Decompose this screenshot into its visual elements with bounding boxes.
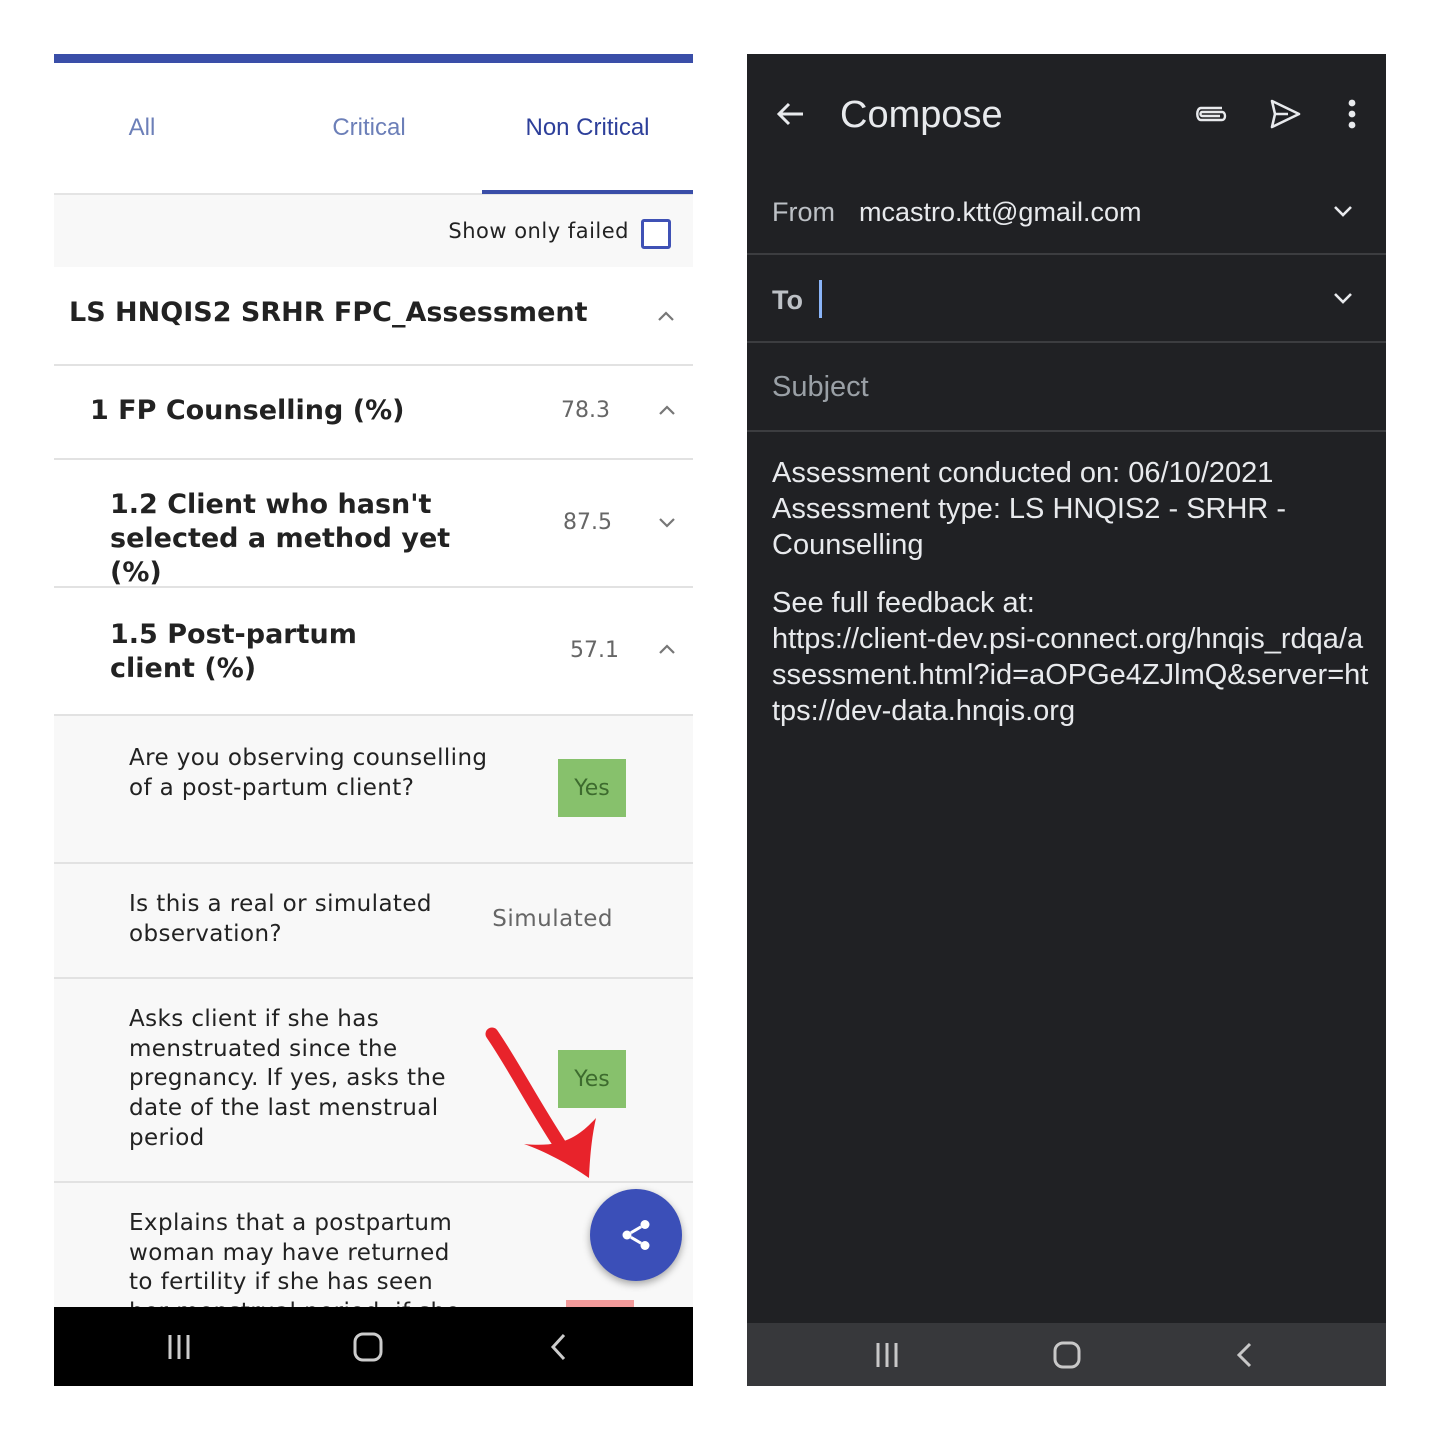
show-only-failed-row: Show only failed	[54, 197, 693, 267]
assessment-header[interactable]: LS HNQIS2 SRHR FPC_Assessment	[54, 267, 693, 366]
section-row[interactable]: 1.5 Post-partum client (%) 57.1	[54, 588, 693, 716]
tab-non-critical[interactable]: Non Critical	[482, 63, 693, 193]
question-row: Is this a real or simulated observation?…	[54, 864, 693, 979]
assessment-screen: All Critical Non Critical Show only fail…	[54, 54, 693, 1386]
system-nav-bar	[747, 1323, 1386, 1386]
section-title: 1.5 Post-partum client (%)	[110, 619, 357, 684]
email-body[interactable]: Assessment conducted on: 06/10/2021 Asse…	[772, 455, 1372, 729]
recent-apps-icon[interactable]	[857, 1323, 917, 1386]
section-row[interactable]: 1.2 Client who hasn't selected a method …	[54, 460, 693, 588]
body-line: Assessment conducted on: 06/10/2021	[772, 457, 1274, 489]
send-icon[interactable]	[1265, 94, 1305, 134]
attach-icon[interactable]	[1190, 94, 1230, 134]
app-top-bar	[54, 54, 693, 63]
question-text: Asks client if she has menstruated since…	[129, 1006, 446, 1151]
show-only-failed-checkbox[interactable]	[641, 219, 671, 249]
section-title: 1 FP Counselling (%)	[90, 395, 405, 426]
chevron-down-icon[interactable]	[655, 510, 679, 534]
from-value: mcastro.ktt@gmail.com	[859, 197, 1142, 227]
filter-tabs: All Critical Non Critical	[54, 63, 693, 195]
answer-badge-yes: Yes	[558, 759, 626, 817]
body-line: See full feedback at:	[772, 587, 1035, 619]
to-label: To	[772, 285, 803, 315]
status-bar	[747, 54, 1386, 64]
back-icon[interactable]	[1215, 1323, 1275, 1386]
compose-title: Compose	[840, 94, 1003, 136]
compose-app-bar: Compose	[747, 64, 1386, 169]
section-score: 57.1	[570, 638, 619, 663]
assessment-title: LS HNQIS2 SRHR FPC_Assessment	[69, 297, 588, 328]
share-button[interactable]	[590, 1189, 682, 1281]
subject-placeholder: Subject	[772, 371, 869, 403]
section-score: 78.3	[561, 398, 610, 423]
question-row: Are you observing counselling of a post-…	[54, 716, 693, 864]
body-spacer	[772, 563, 1372, 585]
recent-apps-icon[interactable]	[149, 1307, 209, 1386]
from-label: From	[772, 197, 835, 227]
to-field[interactable]: To	[747, 255, 1386, 343]
chevron-down-icon[interactable]	[1330, 198, 1356, 224]
home-icon[interactable]	[338, 1307, 398, 1386]
gmail-compose-screen: Compose From mcastro.ktt@gmail.com To Su…	[747, 54, 1386, 1386]
back-arrow-icon[interactable]	[771, 94, 811, 134]
from-field[interactable]: From mcastro.ktt@gmail.com	[747, 169, 1386, 255]
text-cursor	[819, 280, 822, 318]
section-row[interactable]: 1 FP Counselling (%) 78.3	[54, 366, 693, 460]
system-nav-bar	[54, 1307, 693, 1386]
body-line: Assessment type: LS HNQIS2 - SRHR - Coun…	[772, 493, 1287, 561]
question-text: Are you observing counselling of a post-…	[129, 745, 488, 801]
annotation-arrow-icon	[485, 1027, 596, 1178]
tab-critical[interactable]: Critical	[254, 63, 484, 193]
active-tab-indicator	[482, 190, 693, 194]
chevron-up-icon[interactable]	[655, 399, 679, 423]
chevron-up-icon[interactable]	[655, 638, 679, 662]
back-icon[interactable]	[529, 1307, 589, 1386]
section-score: 87.5	[563, 510, 612, 535]
section-title: 1.2 Client who hasn't selected a method …	[110, 489, 451, 588]
show-only-failed-label: Show only failed	[448, 219, 629, 243]
answer-text: Simulated	[492, 906, 613, 932]
question-text: Is this a real or simulated observation?	[129, 891, 432, 947]
share-icon	[622, 1220, 650, 1250]
chevron-up-icon[interactable]	[654, 305, 678, 329]
more-vert-icon[interactable]	[1332, 94, 1372, 134]
feedback-link[interactable]: https://client-dev.psi-connect.org/hnqis…	[772, 621, 1372, 729]
subject-field[interactable]: Subject	[747, 343, 1386, 432]
home-icon[interactable]	[1037, 1323, 1097, 1386]
chevron-down-icon[interactable]	[1330, 285, 1356, 311]
tab-all[interactable]: All	[54, 63, 230, 193]
